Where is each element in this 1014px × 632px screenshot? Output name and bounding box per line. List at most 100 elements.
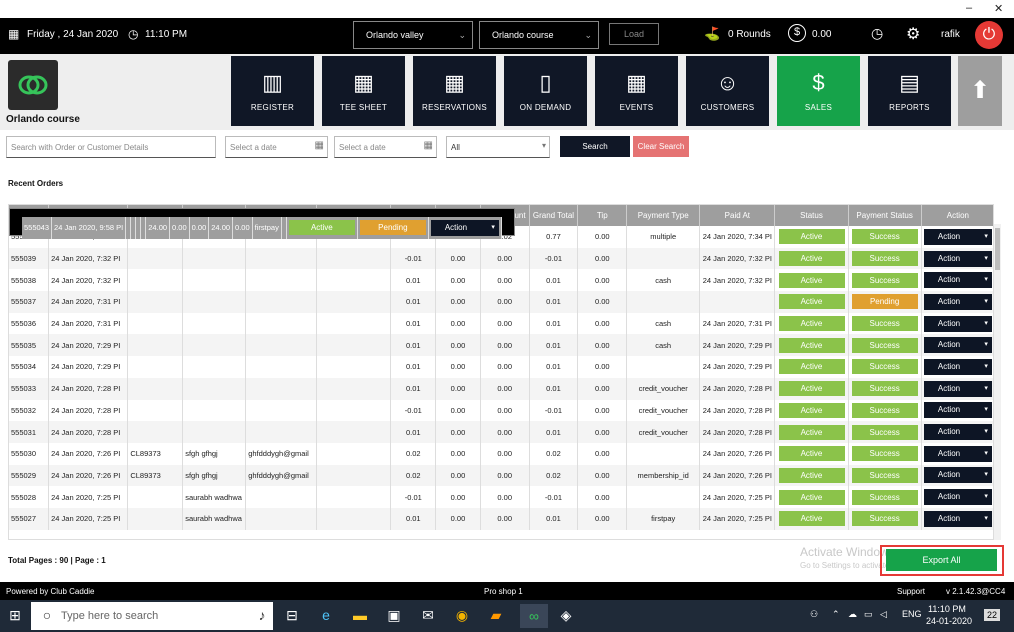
nav-label: REGISTER [250,103,295,112]
load-button[interactable]: Load [609,23,659,45]
table-row[interactable]: 555035 24 Jan 2020, 7:29 PI 0.01 0.00 0.00 0.… [9,334,993,357]
sublime-icon[interactable]: ▰ [486,607,506,624]
arrow-up-icon[interactable]: ⬆ [958,56,1002,126]
search-button[interactable]: Search [560,136,630,157]
action-dropdown[interactable]: Action [923,489,992,506]
notification-count[interactable]: 22 [984,609,1001,621]
shop-name: Pro shop 1 [484,587,523,596]
nav-on-demand[interactable]: ▯ ON DEMAND [504,56,587,126]
minimize-button[interactable]: – [966,2,972,14]
file-explorer-icon[interactable]: ▬ [350,607,370,623]
payment-status-badge: Success [851,316,918,332]
action-dropdown[interactable]: Action [923,424,992,441]
table-row[interactable]: 555027 24 Jan 2020, 7:25 PI saurabh wadhwa… [9,507,993,530]
taskbar-search-input[interactable]: Type here to search [31,602,273,630]
table-row[interactable]: 555037 24 Jan 2020, 7:31 PI 0.01 0.00 0.00 0.… [9,291,993,313]
table-row[interactable]: 555030 24 Jan 2020, 7:26 PI CL89373 sfgh gf… [9,442,993,465]
clock-in-icon[interactable]: ◷ [871,25,883,42]
course-select[interactable]: Orlando course ⌄ [479,21,599,49]
clear-search-button[interactable]: Clear Search [633,136,689,157]
language-indicator[interactable]: ENG [902,609,922,619]
table-cell: 0.02 [529,464,579,487]
table-row[interactable]: 555031 24 Jan 2020, 7:28 PI 0.01 0.00 0.00 0.… [9,421,993,443]
course-name: Orlando course [6,114,80,125]
chrome-icon[interactable]: ◉ [452,607,472,624]
action-dropdown[interactable]: Action [430,219,499,236]
nav-events[interactable]: ▦ EVENTS [595,56,678,126]
table-cell: 24 Jan 2020, 7:26 PI [699,464,776,487]
table-cell: 0.01 [529,377,579,400]
action-dropdown[interactable]: Action [923,293,992,310]
cloud-icon[interactable]: ☁ [848,609,857,620]
calendar-icon[interactable]: ▦ [315,140,324,151]
nav-sales[interactable]: $ SALES [777,56,860,126]
mail-icon[interactable]: ✉ [418,607,438,624]
user-name[interactable]: rafik [941,29,960,40]
table-cell: 24 Jan 2020, 7:28 PI [48,399,129,422]
nav-customers[interactable]: ☺ CUSTOMERS [686,56,769,126]
table-row[interactable]: 555038 24 Jan 2020, 7:32 PI 0.01 0.00 0.00 0.… [9,269,993,292]
close-window-button[interactable]: ✕ [994,2,1003,15]
table-scrollbar[interactable] [994,224,1001,540]
table-cell: Action [921,507,993,530]
gear-icon[interactable]: ⚙ [906,24,920,44]
table-row[interactable]: 555029 24 Jan 2020, 7:26 PI CL89373 sfgh gf… [9,464,993,487]
table-row[interactable]: 555034 24 Jan 2020, 7:29 PI 0.01 0.00 0.00 0.… [9,356,993,378]
table-cell [316,442,392,465]
action-dropdown[interactable]: Action [923,467,992,484]
action-dropdown[interactable]: Action [923,358,992,375]
rounds-count: 0 Rounds [728,29,771,40]
action-dropdown[interactable]: Action [923,228,992,245]
table-row[interactable]: 555033 24 Jan 2020, 7:28 PI 0.01 0.00 0.00 0.… [9,377,993,400]
club-caddie-app-icon[interactable]: ∞ [520,604,548,628]
table-row[interactable]: 555028 24 Jan 2020, 7:25 PI saurabh wadhwa… [9,486,993,508]
table-cell [245,334,318,357]
power-icon[interactable]: ⏻ [975,21,1003,49]
action-dropdown[interactable]: Action [923,250,992,267]
table-cell: 0.00 [435,269,481,292]
action-dropdown[interactable]: Action [923,510,992,527]
action-dropdown[interactable]: Action [923,315,992,332]
table-cell: -0.01 [390,486,437,508]
action-dropdown[interactable]: Action [923,337,992,354]
status-select[interactable]: All ▾ [446,136,550,158]
windows-start-icon[interactable]: ⊞ [5,607,25,624]
nav-register[interactable]: ▥ REGISTER [231,56,314,126]
calendar-icon[interactable]: ▦ [424,140,433,151]
date-to-input[interactable]: Select a date ▦ [334,136,437,158]
network-icon[interactable]: ▭ [864,609,873,620]
table-cell [316,334,392,357]
table-row[interactable]: 555043 24 Jan 2020, 9:58 PI 24.00 0.00 0.00 2… [9,208,515,239]
task-view-icon[interactable]: ⊟ [282,607,302,624]
action-dropdown[interactable]: Action [923,380,992,397]
volume-icon[interactable]: ◁ [880,609,887,620]
support-link[interactable]: Support [897,587,925,596]
table-cell [182,377,247,400]
microphone-icon[interactable]: ♪ [252,607,272,623]
table-row[interactable]: 555032 24 Jan 2020, 7:28 PI -0.01 0.00 0.00-… [9,399,993,422]
export-all-button[interactable]: Export All [886,549,997,571]
table-row[interactable]: 555039 24 Jan 2020, 7:32 PI -0.01 0.00 0.00-… [9,247,993,270]
edge-icon[interactable]: e [316,607,336,623]
action-dropdown[interactable]: Action [923,272,992,289]
taskbar-time[interactable]: 11:10 PM [928,604,966,614]
location-select[interactable]: Orlando valley ⌄ [353,21,473,49]
table-cell: 0.00 [435,442,481,465]
nav-reports[interactable]: ▤ REPORTS [868,56,951,126]
taskbar-date[interactable]: 24-01-2020 [926,616,972,626]
action-dropdown[interactable]: Action [923,445,992,462]
table-cell: 555028 [9,486,50,508]
nav-tee-sheet[interactable]: ▦ TEE SHEET [322,56,405,126]
action-dropdown[interactable]: Action [923,402,992,419]
scrollbar-thumb[interactable] [995,228,1000,270]
app-icon[interactable]: ◈ [556,607,576,624]
chevron-up-icon[interactable]: ⌃ [832,609,840,620]
people-icon[interactable]: ⚇ [810,609,818,620]
table-cell [626,247,701,270]
search-input[interactable]: Search with Order or Customer Details [6,136,216,158]
date-from-input[interactable]: Select a date ▦ [225,136,328,158]
nav-reservations[interactable]: ▦ RESERVATIONS [413,56,496,126]
table-cell: 0.01 [390,334,437,357]
table-row[interactable]: 555036 24 Jan 2020, 7:31 PI 0.01 0.00 0.00 0.… [9,312,993,335]
store-icon[interactable]: ▣ [384,607,404,624]
